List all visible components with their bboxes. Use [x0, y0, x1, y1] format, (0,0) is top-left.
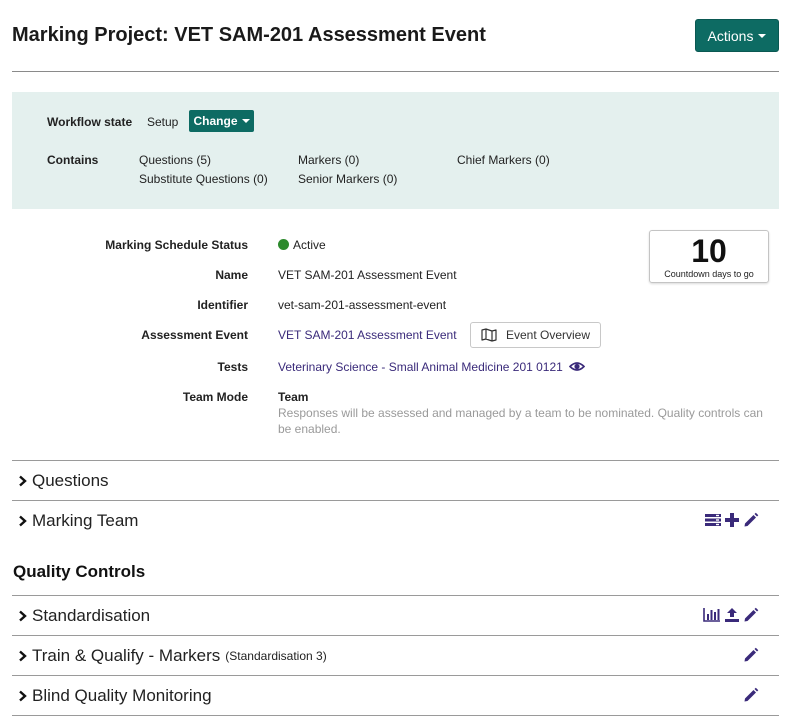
chevron-right-icon: [12, 650, 28, 662]
actions-button-label: Actions: [707, 27, 754, 44]
section-questions-title: Questions: [32, 470, 109, 490]
event-overview-label: Event Overview: [505, 328, 591, 342]
assessment-event-label: Assessment Event: [141, 328, 248, 342]
contains-label: Contains: [47, 153, 99, 167]
caret-down-icon: [241, 119, 250, 123]
name-value: VET SAM-201 Assessment Event: [278, 268, 457, 282]
section-train-qualify-title: Train & Qualify - Markers: [32, 645, 221, 665]
bottom-divider: [12, 715, 779, 716]
identifier-label: Identifier: [197, 298, 248, 312]
contains-chief-markers: Chief Markers (0): [457, 153, 550, 167]
status-value: Active: [278, 238, 326, 252]
bar-chart-icon[interactable]: [703, 608, 721, 622]
identifier-value: vet-sam-201-assessment-event: [278, 298, 447, 312]
contains-substitute-questions: Substitute Questions (0): [139, 172, 268, 186]
chevron-right-icon: [12, 690, 28, 702]
team-mode-label: Team Mode: [182, 390, 248, 404]
summary-panel: Workflow state Setup Change Contains Que…: [12, 92, 779, 209]
chevron-right-icon: [12, 610, 28, 622]
workflow-state-value: Setup: [147, 115, 179, 129]
upload-icon[interactable]: [724, 607, 740, 623]
map-icon: [481, 328, 497, 342]
section-questions[interactable]: Questions: [12, 460, 779, 500]
page-header: Marking Project: VET SAM-201 Assessment …: [12, 0, 779, 72]
section-standardisation[interactable]: Standardisation: [12, 595, 779, 635]
tests-label: Tests: [217, 360, 248, 374]
contains-markers: Markers (0): [298, 153, 360, 167]
blind-monitoring-actions: [743, 687, 759, 703]
tests-link[interactable]: Veterinary Science - Small Animal Medici…: [278, 360, 563, 374]
section-train-qualify[interactable]: Train & Qualify - Markers (Standardisati…: [12, 635, 779, 675]
status-label: Marking Schedule Status: [105, 238, 248, 252]
pencil-icon[interactable]: [743, 607, 759, 623]
eye-icon[interactable]: [569, 361, 586, 372]
status-text: Active: [293, 238, 326, 252]
contains-senior-markers: Senior Markers (0): [298, 172, 398, 186]
train-qualify-actions: [743, 647, 759, 663]
section-marking-team[interactable]: Marking Team: [12, 500, 779, 540]
workflow-state-label: Workflow state: [47, 115, 133, 129]
change-button-label: Change: [193, 114, 238, 128]
change-workflow-button[interactable]: Change: [189, 110, 254, 132]
section-blind-quality-monitoring-title: Blind Quality Monitoring: [32, 685, 212, 705]
page-title: Marking Project: VET SAM-201 Assessment …: [12, 24, 486, 46]
quality-controls-heading: Quality Controls: [13, 562, 146, 581]
pencil-icon[interactable]: [743, 687, 759, 703]
plus-icon[interactable]: [724, 512, 740, 528]
section-train-qualify-subtitle: (Standardisation 3): [225, 648, 327, 663]
chevron-right-icon: [12, 515, 28, 527]
section-blind-quality-monitoring[interactable]: Blind Quality Monitoring: [12, 675, 779, 715]
team-mode-description: Responses will be assessed and managed b…: [278, 406, 763, 436]
standardisation-actions: [703, 607, 759, 623]
caret-down-icon: [758, 33, 767, 38]
pencil-icon[interactable]: [743, 647, 759, 663]
list-manage-icon[interactable]: [705, 513, 721, 527]
status-active-icon: [278, 239, 289, 250]
assessment-event-link[interactable]: VET SAM-201 Assessment Event: [278, 328, 457, 342]
actions-button[interactable]: Actions: [695, 19, 779, 52]
countdown-caption: Countdown days to go: [664, 269, 754, 279]
section-standardisation-title: Standardisation: [32, 605, 151, 625]
chevron-right-icon: [12, 475, 28, 487]
section-marking-team-title: Marking Team: [32, 510, 139, 530]
countdown-days-value: 10: [691, 233, 727, 269]
marking-team-actions: [705, 512, 759, 528]
team-mode-value: Team: [278, 390, 309, 404]
contains-questions: Questions (5): [139, 153, 212, 167]
countdown-card: 10 Countdown days to go: [649, 230, 769, 283]
event-overview-button[interactable]: Event Overview: [470, 322, 601, 348]
name-label: Name: [215, 268, 248, 282]
tests-value: Veterinary Science - Small Animal Medici…: [278, 360, 586, 374]
pencil-icon[interactable]: [743, 512, 759, 528]
